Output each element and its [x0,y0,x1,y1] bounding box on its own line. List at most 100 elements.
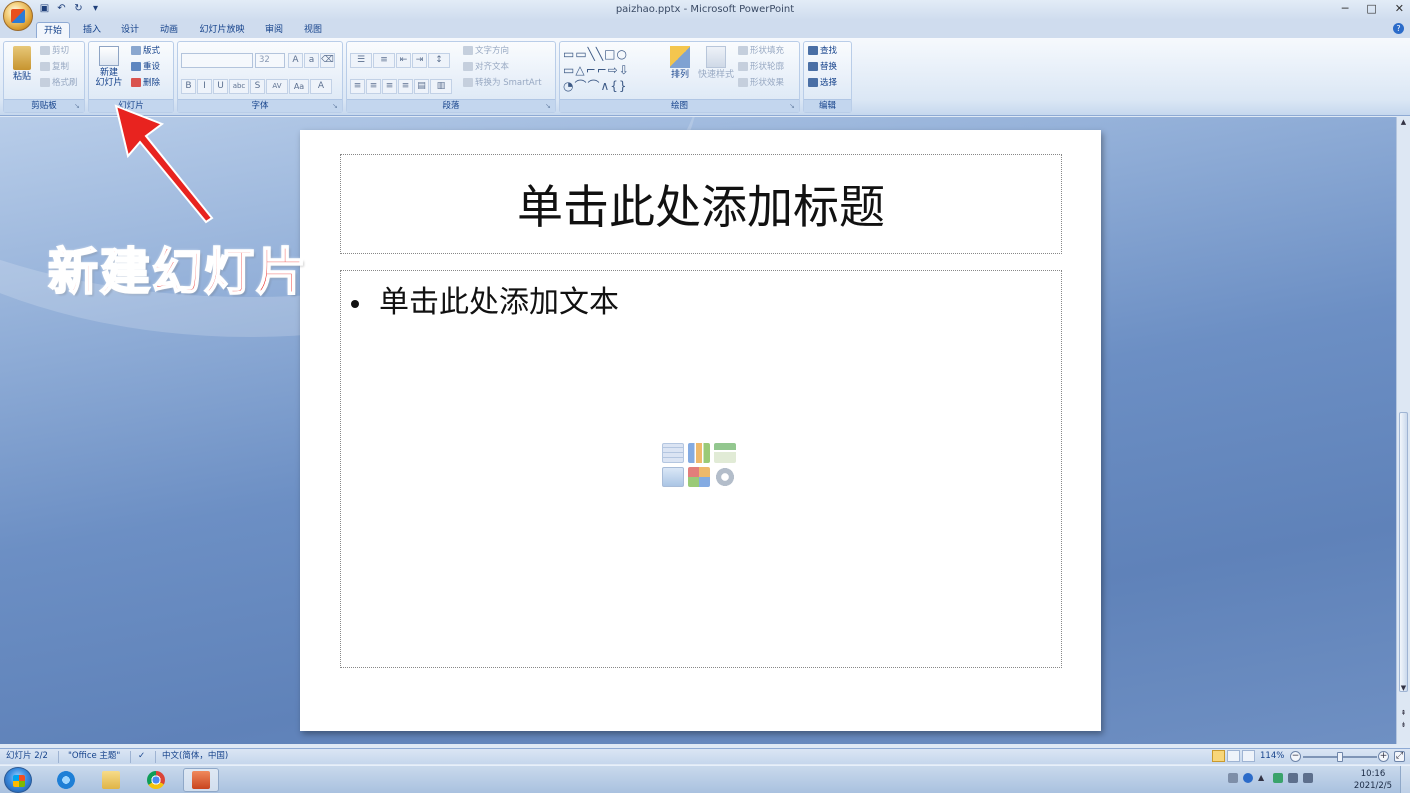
tray-arrow-icon[interactable]: ▲ [1258,773,1268,783]
taskbar-chrome[interactable] [138,768,174,792]
insert-picture-icon[interactable] [662,467,684,487]
tab-view[interactable]: 视图 [297,22,329,38]
start-button[interactable] [4,767,32,793]
insert-media-icon[interactable] [714,467,736,487]
help-icon[interactable]: ? [1393,23,1404,34]
shape-outline-button[interactable]: 形状轮廓 [738,61,784,74]
font-name-select[interactable] [181,53,253,68]
font-color-button[interactable]: A [310,79,332,94]
scroll-thumb[interactable] [1399,412,1408,692]
tab-slideshow[interactable]: 幻灯片放映 [194,22,250,38]
network-icon[interactable] [1288,773,1298,783]
office-button[interactable] [3,1,33,31]
normal-view-icon[interactable] [1212,750,1225,762]
tab-design[interactable]: 设计 [114,22,146,38]
shape-effects-button[interactable]: 形状效果 [738,77,784,90]
font-dialog-launcher-icon[interactable]: ↘ [332,102,340,110]
scroll-down-icon[interactable]: ▼ [1397,684,1410,692]
clear-format-icon[interactable]: ⌫ [320,53,335,68]
delete-slide-button[interactable]: 删除 [131,77,160,90]
spell-check-icon[interactable]: ✓ [138,749,145,764]
taskbar: ▲ 10:16 2021/2/5 [0,765,1410,793]
layout-button[interactable]: 版式 [131,45,160,58]
slide-canvas[interactable]: 单击此处添加标题 单击此处添加文本 [300,130,1101,731]
dialog-launcher-icon[interactable]: ↘ [74,102,82,110]
keyboard-icon[interactable] [1228,773,1238,783]
columns-icon[interactable]: ▥ [430,79,452,94]
insert-clipart-icon[interactable] [688,467,710,487]
align-center-icon[interactable]: ≡ [366,79,381,94]
format-painter-button[interactable]: 格式刷 [40,77,78,90]
arrange-button[interactable]: 排列 [664,46,696,80]
prev-slide-icon[interactable]: ⇞ [1397,709,1410,717]
powerpoint-icon [192,771,210,789]
find-button[interactable]: 查找 [808,45,837,58]
replace-button[interactable]: 替换 [808,61,837,74]
shapes-gallery[interactable]: ▭▭╲╲□○ ▭△⌐⌐⇨⇩ ◔⌒⌒∧{} [563,46,663,94]
justify-icon[interactable]: ≡ [398,79,413,94]
tab-insert[interactable]: 插入 [76,22,108,38]
restore-button[interactable]: □ [1366,2,1376,15]
next-slide-icon[interactable]: ⇟ [1397,721,1410,729]
title-placeholder[interactable]: 单击此处添加标题 [340,154,1062,254]
new-slide-button[interactable]: 新建 幻灯片 [91,46,127,88]
strikethrough-button[interactable]: abc [229,79,249,94]
char-spacing-button[interactable]: AV [266,79,288,94]
underline-button[interactable]: U [213,79,228,94]
shadow-button[interactable]: S [250,79,265,94]
drawing-dialog-launcher-icon[interactable]: ↘ [789,102,797,110]
change-case-button[interactable]: Aa [289,79,309,94]
minimize-button[interactable]: ─ [1342,2,1349,15]
show-desktop-button[interactable] [1400,766,1410,793]
zoom-level[interactable]: 114% [1260,749,1284,764]
cut-button[interactable]: 剪切 [40,45,69,58]
line-spacing-icon[interactable]: ↕ [428,53,450,68]
volume-icon[interactable] [1303,773,1313,783]
copy-button[interactable]: 复制 [40,61,69,74]
align-right-icon[interactable]: ≡ [382,79,397,94]
reset-button[interactable]: 重设 [131,61,160,74]
insert-smartart-icon[interactable] [714,443,736,463]
shape-fill-button[interactable]: 形状填充 [738,45,784,58]
font-size-select[interactable]: 32 [255,53,285,68]
select-button[interactable]: 选择 [808,77,837,90]
zoom-in-icon[interactable]: + [1378,751,1389,762]
vertical-scrollbar[interactable]: ▲ ▼ ⇞ ⇟ [1396,117,1410,744]
increase-indent-icon[interactable]: ⇥ [412,53,427,68]
shrink-font-icon[interactable]: a [304,53,319,68]
tab-animations[interactable]: 动画 [153,22,185,38]
fit-to-window-icon[interactable]: ⤢ [1394,751,1405,762]
bullets-icon[interactable]: ☰ [350,53,372,68]
grow-font-icon[interactable]: A [288,53,303,68]
text-direction-button[interactable]: 文字方向 [463,45,509,58]
taskbar-powerpoint[interactable] [183,768,219,792]
slideshow-view-icon[interactable] [1242,750,1255,762]
distribute-icon[interactable]: ▤ [414,79,429,94]
align-left-icon[interactable]: ≡ [350,79,365,94]
numbering-icon[interactable]: ≡ [373,53,395,68]
tray-app-icon[interactable] [1273,773,1283,783]
insert-table-icon[interactable] [662,443,684,463]
bold-button[interactable]: B [181,79,196,94]
system-clock[interactable]: 10:16 2021/2/5 [1353,768,1393,792]
close-button[interactable]: ✕ [1395,2,1404,15]
body-placeholder[interactable]: 单击此处添加文本 [340,270,1062,668]
tab-review[interactable]: 审阅 [258,22,290,38]
italic-button[interactable]: I [197,79,212,94]
decrease-indent-icon[interactable]: ⇤ [396,53,411,68]
zoom-out-icon[interactable]: − [1290,751,1301,762]
help-tray-icon[interactable] [1243,773,1253,783]
quick-styles-button[interactable]: 快速样式 [696,46,736,80]
tab-home[interactable]: 开始 [36,22,70,38]
convert-smartart-button[interactable]: 转换为 SmartArt [463,77,542,90]
zoom-slider-knob[interactable] [1337,752,1343,762]
taskbar-explorer[interactable] [93,768,129,792]
align-text-button[interactable]: 对齐文本 [463,61,509,74]
paragraph-dialog-launcher-icon[interactable]: ↘ [545,102,553,110]
insert-chart-icon[interactable] [688,443,710,463]
shape-outline-label: 形状轮廓 [750,62,785,72]
paste-button[interactable]: 粘贴 [7,46,37,82]
taskbar-ie[interactable] [48,768,84,792]
slide-sorter-view-icon[interactable] [1227,750,1240,762]
scroll-up-icon[interactable]: ▲ [1397,118,1410,126]
